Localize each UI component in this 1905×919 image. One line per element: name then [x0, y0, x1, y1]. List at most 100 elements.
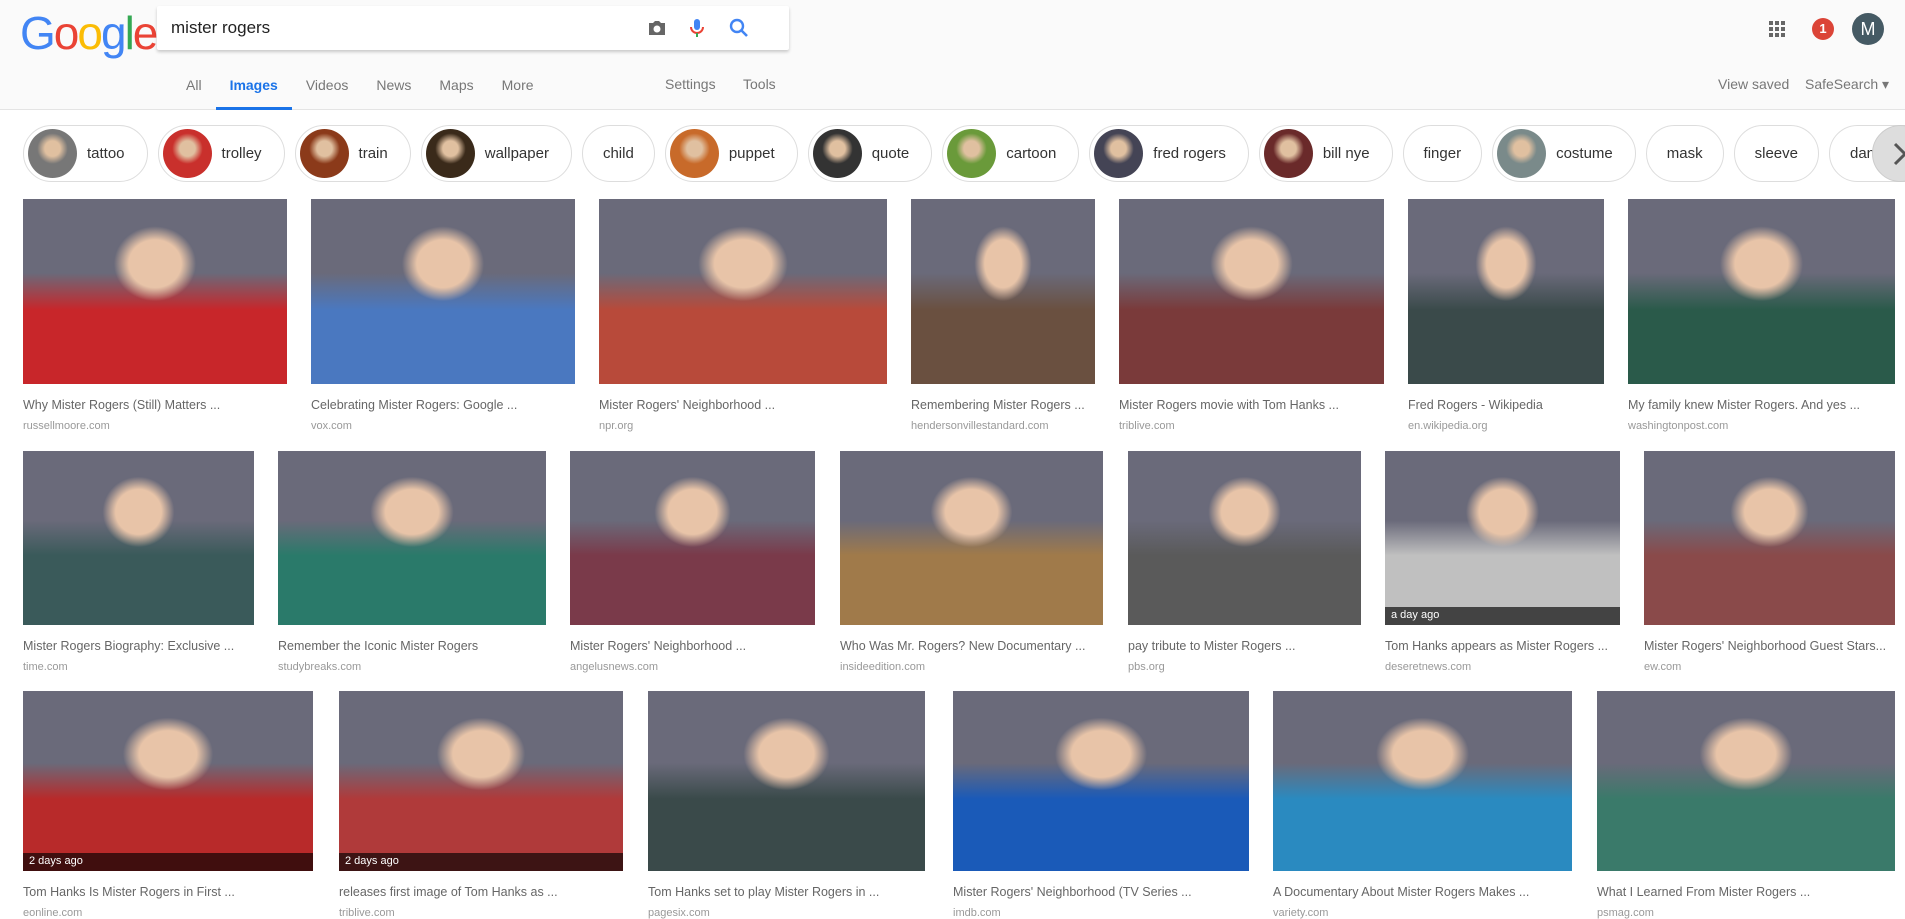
image-result[interactable]: Mister Rogers' Neighborhood ... npr.org	[599, 199, 887, 432]
result-title[interactable]: Who Was Mr. Rogers? New Documentary ...	[840, 639, 1103, 653]
microphone-icon[interactable]	[685, 16, 709, 40]
result-domain[interactable]: variety.com	[1273, 907, 1572, 919]
image-result[interactable]: 2 days ago releases first image of Tom Ha…	[339, 691, 623, 919]
result-domain[interactable]: npr.org	[599, 420, 887, 432]
image-result[interactable]: Remembering Mister Rogers ... hendersonvi…	[911, 199, 1095, 432]
image-result[interactable]: Tom Hanks set to play Mister Rogers in .…	[648, 691, 925, 919]
result-title[interactable]: Fred Rogers - Wikipedia	[1408, 398, 1604, 412]
chip-train[interactable]: train	[294, 125, 411, 182]
result-title[interactable]: Tom Hanks set to play Mister Rogers in .…	[648, 885, 925, 899]
result-domain[interactable]: triblive.com	[1119, 420, 1384, 432]
view-saved-link[interactable]: View saved	[1718, 76, 1789, 92]
result-thumbnail[interactable]	[311, 199, 575, 384]
image-result[interactable]: What I Learned From Mister Rogers ... psm…	[1597, 691, 1895, 919]
apps-grid-icon[interactable]	[1768, 20, 1786, 38]
result-thumbnail[interactable]: a day ago	[1385, 451, 1620, 625]
image-result[interactable]: Fred Rogers - Wikipedia en.wikipedia.org	[1408, 199, 1604, 432]
chip-tattoo[interactable]: tattoo	[23, 125, 148, 182]
result-domain[interactable]: russellmoore.com	[23, 420, 287, 432]
result-thumbnail[interactable]	[599, 199, 887, 384]
image-result[interactable]: Celebrating Mister Rogers: Google ... vox…	[311, 199, 575, 432]
tab-maps[interactable]: Maps	[425, 76, 487, 110]
result-thumbnail[interactable]	[1408, 199, 1604, 384]
chip-puppet[interactable]: puppet	[664, 125, 798, 182]
image-result[interactable]: Mister Rogers' Neighborhood (TV Series .…	[953, 691, 1249, 919]
chip-fred-rogers[interactable]: fred rogers	[1089, 125, 1249, 182]
chip-costume[interactable]: costume	[1492, 125, 1636, 182]
chip-finger[interactable]: finger	[1402, 125, 1483, 182]
result-domain[interactable]: imdb.com	[953, 907, 1249, 919]
result-title[interactable]: My family knew Mister Rogers. And yes ..…	[1628, 398, 1895, 412]
image-result[interactable]: pay tribute to Mister Rogers ... pbs.org	[1128, 451, 1361, 673]
image-result[interactable]: a day ago Tom Hanks appears as Mister Rog…	[1385, 451, 1620, 673]
result-title[interactable]: Celebrating Mister Rogers: Google ...	[311, 398, 575, 412]
chip-quote[interactable]: quote	[807, 125, 933, 182]
result-thumbnail[interactable]	[23, 451, 254, 625]
result-thumbnail[interactable]	[1597, 691, 1895, 871]
result-domain[interactable]: ew.com	[1644, 661, 1895, 673]
result-title[interactable]: Mister Rogers' Neighborhood (TV Series .…	[953, 885, 1249, 899]
chip-child[interactable]: child	[581, 125, 655, 182]
chip-bill-nye[interactable]: bill nye	[1258, 125, 1393, 182]
image-result[interactable]: Mister Rogers' Neighborhood ... angelusne…	[570, 451, 815, 673]
result-title[interactable]: Mister Rogers' Neighborhood ...	[599, 398, 887, 412]
image-result[interactable]: Who Was Mr. Rogers? New Documentary ... i…	[840, 451, 1103, 673]
result-title[interactable]: Mister Rogers' Neighborhood ...	[570, 639, 815, 653]
result-thumbnail[interactable]: 2 days ago	[23, 691, 313, 871]
result-title[interactable]: A Documentary About Mister Rogers Makes …	[1273, 885, 1572, 899]
result-title[interactable]: pay tribute to Mister Rogers ...	[1128, 639, 1361, 653]
result-thumbnail[interactable]: 2 days ago	[339, 691, 623, 871]
result-thumbnail[interactable]	[840, 451, 1103, 625]
result-thumbnail[interactable]	[911, 199, 1095, 384]
result-domain[interactable]: vox.com	[311, 420, 575, 432]
result-domain[interactable]: angelusnews.com	[570, 661, 815, 673]
image-result[interactable]: A Documentary About Mister Rogers Makes …	[1273, 691, 1572, 919]
result-domain[interactable]: en.wikipedia.org	[1408, 420, 1604, 432]
result-thumbnail[interactable]	[278, 451, 546, 625]
result-domain[interactable]: studybreaks.com	[278, 661, 546, 673]
avatar[interactable]: M	[1852, 13, 1884, 45]
result-domain[interactable]: triblive.com	[339, 907, 623, 919]
result-domain[interactable]: eonline.com	[23, 907, 313, 919]
result-title[interactable]: Mister Rogers Biography: Exclusive ...	[23, 639, 254, 653]
image-result[interactable]: Mister Rogers' Neighborhood Guest Stars.…	[1644, 451, 1895, 673]
result-thumbnail[interactable]	[570, 451, 815, 625]
result-domain[interactable]: washingtonpost.com	[1628, 420, 1895, 432]
settings-link[interactable]: Settings	[665, 76, 716, 92]
image-result[interactable]: Why Mister Rogers (Still) Matters ... rus…	[23, 199, 287, 432]
tab-images[interactable]: Images	[215, 76, 293, 110]
google-logo[interactable]: Google	[20, 6, 158, 60]
image-result[interactable]: 2 days ago Tom Hanks Is Mister Rogers in …	[23, 691, 313, 919]
image-result[interactable]: Mister Rogers movie with Tom Hanks ... tr…	[1119, 199, 1384, 432]
notifications-badge[interactable]: 1	[1812, 18, 1834, 40]
tab-news[interactable]: News	[362, 76, 425, 110]
result-title[interactable]: releases first image of Tom Hanks as ...	[339, 885, 623, 899]
result-thumbnail[interactable]	[953, 691, 1249, 871]
result-thumbnail[interactable]	[648, 691, 925, 871]
result-domain[interactable]: psmag.com	[1597, 907, 1895, 919]
chip-cartoon[interactable]: cartoon	[942, 125, 1080, 182]
search-icon[interactable]	[727, 16, 751, 40]
image-result[interactable]: Mister Rogers Biography: Exclusive ... ti…	[23, 451, 254, 673]
result-title[interactable]: Why Mister Rogers (Still) Matters ...	[23, 398, 287, 412]
safesearch-dropdown[interactable]: SafeSearch ▾	[1805, 76, 1889, 93]
result-domain[interactable]: deseretnews.com	[1385, 661, 1620, 673]
result-domain[interactable]: insideedition.com	[840, 661, 1103, 673]
tab-more[interactable]: More	[488, 76, 548, 110]
result-domain[interactable]: pbs.org	[1128, 661, 1361, 673]
result-thumbnail[interactable]	[1628, 199, 1895, 384]
image-result[interactable]: My family knew Mister Rogers. And yes ..…	[1628, 199, 1895, 432]
chip-trolley[interactable]: trolley	[157, 125, 285, 182]
image-result[interactable]: Remember the Iconic Mister Rogers studybr…	[278, 451, 546, 673]
camera-icon[interactable]	[645, 16, 669, 40]
result-thumbnail[interactable]	[1128, 451, 1361, 625]
result-domain[interactable]: pagesix.com	[648, 907, 925, 919]
result-domain[interactable]: hendersonvillestandard.com	[911, 420, 1095, 432]
result-title[interactable]: What I Learned From Mister Rogers ...	[1597, 885, 1895, 899]
result-thumbnail[interactable]	[23, 199, 287, 384]
chip-mask[interactable]: mask	[1645, 125, 1724, 182]
result-domain[interactable]: time.com	[23, 661, 254, 673]
chips-next-button[interactable]	[1872, 125, 1905, 182]
result-title[interactable]: Remembering Mister Rogers ...	[911, 398, 1095, 412]
result-thumbnail[interactable]	[1273, 691, 1572, 871]
